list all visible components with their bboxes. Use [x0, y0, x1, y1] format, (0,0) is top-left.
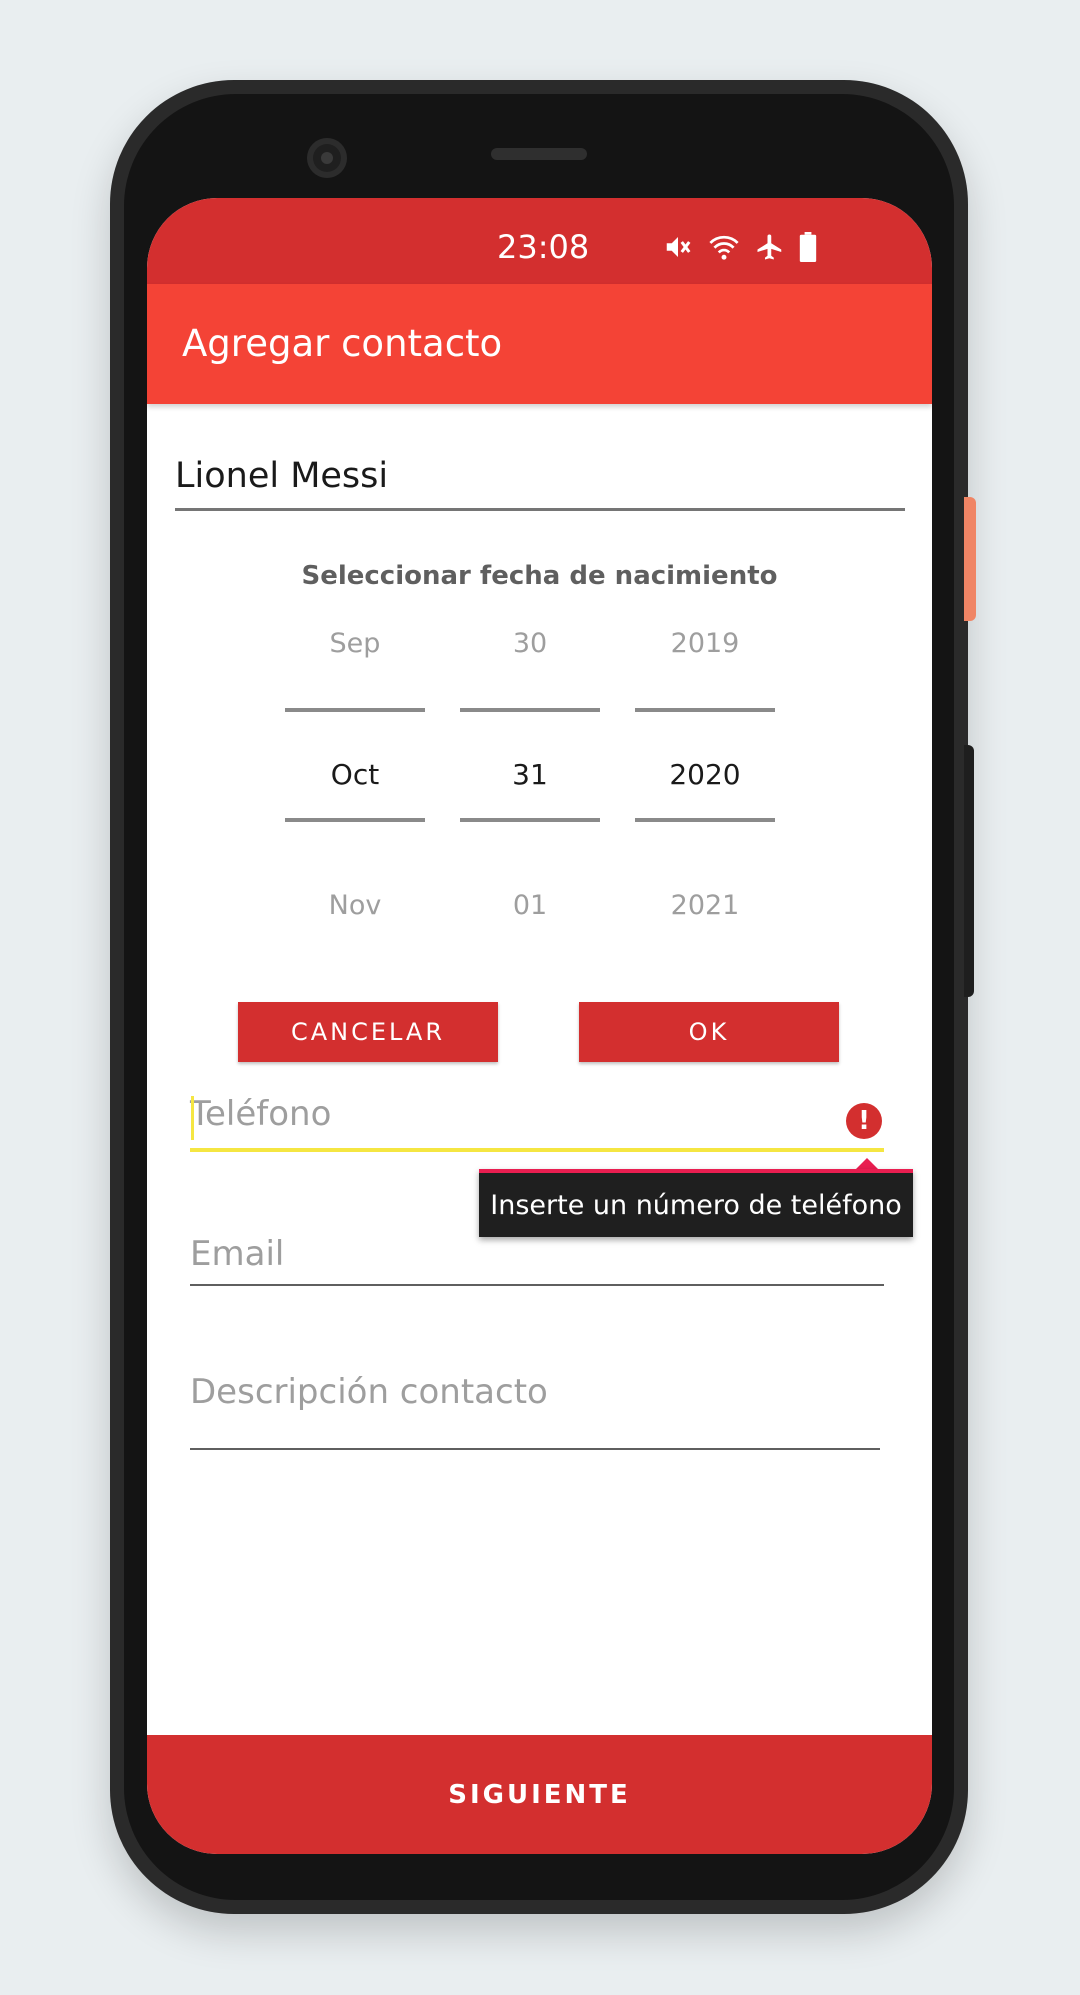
email-field[interactable]: Email	[190, 1234, 884, 1286]
wifi-icon	[707, 232, 741, 262]
volume-button	[964, 745, 974, 997]
next-button[interactable]: SIGUIENTE	[147, 1735, 932, 1854]
day-current[interactable]: 31	[460, 758, 600, 791]
year-prev[interactable]: 2019	[635, 628, 775, 659]
day-picker[interactable]: 30 31 01	[460, 628, 600, 928]
year-current[interactable]: 2020	[635, 758, 775, 791]
day-prev[interactable]: 30	[460, 628, 600, 659]
picker-divider	[285, 708, 425, 712]
picker-divider	[635, 708, 775, 712]
power-button	[964, 497, 976, 621]
app-bar: Agregar contacto	[147, 284, 932, 404]
cancel-button[interactable]: CANCELAR	[238, 1002, 498, 1062]
front-camera	[307, 138, 347, 178]
date-picker-title: Seleccionar fecha de nacimiento	[301, 561, 778, 591]
error-icon[interactable]: !	[846, 1103, 882, 1139]
phone-error-tooltip: Inserte un número de teléfono	[479, 1169, 913, 1237]
description-field[interactable]: Descripción contacto	[190, 1372, 880, 1450]
day-next[interactable]: 01	[460, 890, 600, 921]
month-picker[interactable]: Sep Oct Nov	[285, 628, 425, 928]
earpiece-speaker	[491, 148, 587, 160]
ok-button[interactable]: OK	[579, 1002, 839, 1062]
mute-icon	[663, 232, 693, 262]
picker-divider	[285, 818, 425, 822]
picker-divider	[635, 818, 775, 822]
app-screen: 23:08 Agregar contacto Lionel Messi Sele…	[147, 198, 932, 1854]
text-cursor	[191, 1096, 194, 1140]
tooltip-arrow	[856, 1158, 878, 1169]
status-icons	[663, 232, 817, 262]
page-title: Agregar contacto	[182, 322, 503, 365]
battery-icon	[799, 232, 817, 262]
picker-divider	[460, 818, 600, 822]
month-current[interactable]: Oct	[285, 758, 425, 791]
phone-field[interactable]: Teléfono	[190, 1094, 884, 1152]
month-prev[interactable]: Sep	[285, 628, 425, 659]
year-picker[interactable]: 2019 2020 2021	[635, 628, 775, 928]
year-next[interactable]: 2021	[635, 890, 775, 921]
airplane-icon	[755, 232, 785, 262]
picker-divider	[460, 708, 600, 712]
status-time: 23:08	[497, 228, 590, 266]
month-next[interactable]: Nov	[285, 890, 425, 921]
status-bar: 23:08	[147, 198, 932, 284]
name-input[interactable]: Lionel Messi	[175, 456, 905, 511]
